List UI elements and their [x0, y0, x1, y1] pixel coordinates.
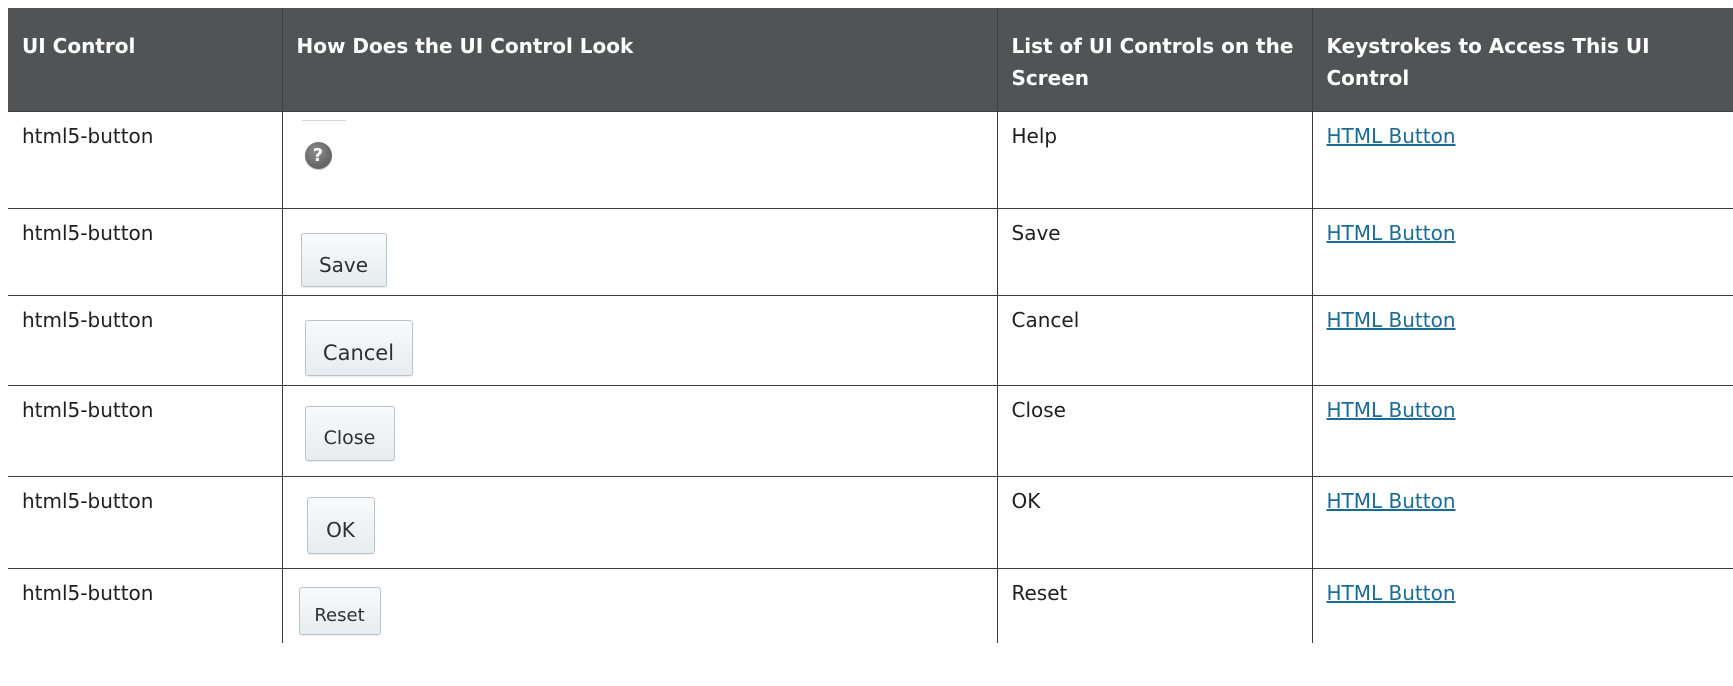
table-row: html5-button Save Save HTML Button [8, 208, 1733, 296]
reset-button[interactable]: Reset [298, 586, 381, 635]
html-button-link[interactable]: HTML Button [1327, 124, 1456, 148]
cell-keystrokes: HTML Button [1312, 568, 1733, 643]
cell-look: Close [282, 385, 998, 477]
table-row: html5-button OK OK HTML Button [8, 476, 1733, 569]
help-icon[interactable]: ? [304, 141, 332, 169]
header-how-does-it-look: How Does the UI Control Look [282, 8, 998, 112]
header-keystrokes: Keystrokes to Access This UI Control [1312, 8, 1733, 112]
html-button-link[interactable]: HTML Button [1327, 581, 1456, 605]
cell-keystrokes: HTML Button [1312, 476, 1733, 569]
table-row: html5-button ? Help HTML Button [8, 111, 1733, 209]
ok-button[interactable]: OK [306, 496, 375, 554]
help-icon-wrapper: ? [297, 119, 347, 184]
cell-look: OK [282, 476, 998, 569]
cell-control-name: OK [997, 476, 1313, 569]
header-list-of-controls: List of UI Controls on the Screen [997, 8, 1313, 112]
table-row: html5-button Reset Reset HTML Button [8, 568, 1733, 643]
divider [301, 119, 346, 121]
cell-keystrokes: HTML Button [1312, 208, 1733, 296]
cell-look: Cancel [282, 295, 998, 386]
cell-control-name: Reset [997, 568, 1313, 643]
ui-controls-table: UI Control How Does the UI Control Look … [8, 8, 1733, 643]
cell-control-name: Cancel [997, 295, 1313, 386]
cell-control-name: Save [997, 208, 1313, 296]
cell-ui-control: html5-button [8, 476, 283, 569]
cell-ui-control: html5-button [8, 385, 283, 477]
cell-keystrokes: HTML Button [1312, 295, 1733, 386]
table-row: html5-button Cancel Cancel HTML Button [8, 295, 1733, 386]
html-button-link[interactable]: HTML Button [1327, 308, 1456, 332]
cell-look: ? [282, 111, 998, 209]
html-button-link[interactable]: HTML Button [1327, 398, 1456, 422]
cell-ui-control: html5-button [8, 295, 283, 386]
cell-ui-control: html5-button [8, 208, 283, 296]
close-button[interactable]: Close [304, 405, 395, 461]
cell-keystrokes: HTML Button [1312, 111, 1733, 209]
cell-ui-control: html5-button [8, 568, 283, 643]
table-header-row: UI Control How Does the UI Control Look … [8, 8, 1733, 112]
save-button[interactable]: Save [300, 232, 387, 287]
cell-look: Reset [282, 568, 998, 643]
table-row: html5-button Close Close HTML Button [8, 385, 1733, 477]
html-button-link[interactable]: HTML Button [1327, 489, 1456, 513]
cell-keystrokes: HTML Button [1312, 385, 1733, 477]
cell-control-name: Close [997, 385, 1313, 477]
cancel-button[interactable]: Cancel [304, 319, 413, 376]
cell-look: Save [282, 208, 998, 296]
cell-control-name: Help [997, 111, 1313, 209]
cell-ui-control: html5-button [8, 111, 283, 209]
header-ui-control: UI Control [8, 8, 283, 112]
html-button-link[interactable]: HTML Button [1327, 221, 1456, 245]
